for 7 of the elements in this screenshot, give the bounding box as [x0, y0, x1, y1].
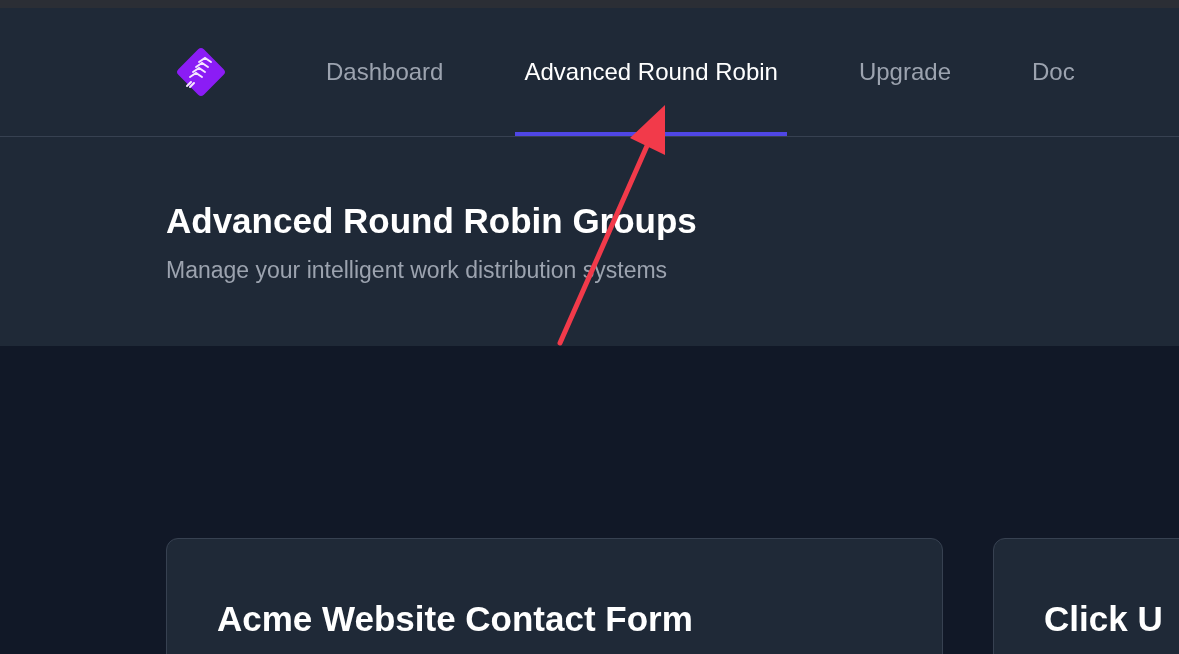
group-title: Acme Website Contact Form — [217, 598, 694, 640]
group-card[interactable]: Click U — [993, 538, 1179, 654]
group-card[interactable]: Acme Website Contact Form — [166, 538, 943, 654]
nav-tab[interactable]: Doc — [1023, 8, 1084, 136]
group-title: Click U — [1044, 598, 1164, 640]
nav-tab[interactable]: Upgrade — [849, 8, 960, 136]
nav-tab[interactable]: Dashboard — [317, 8, 453, 136]
